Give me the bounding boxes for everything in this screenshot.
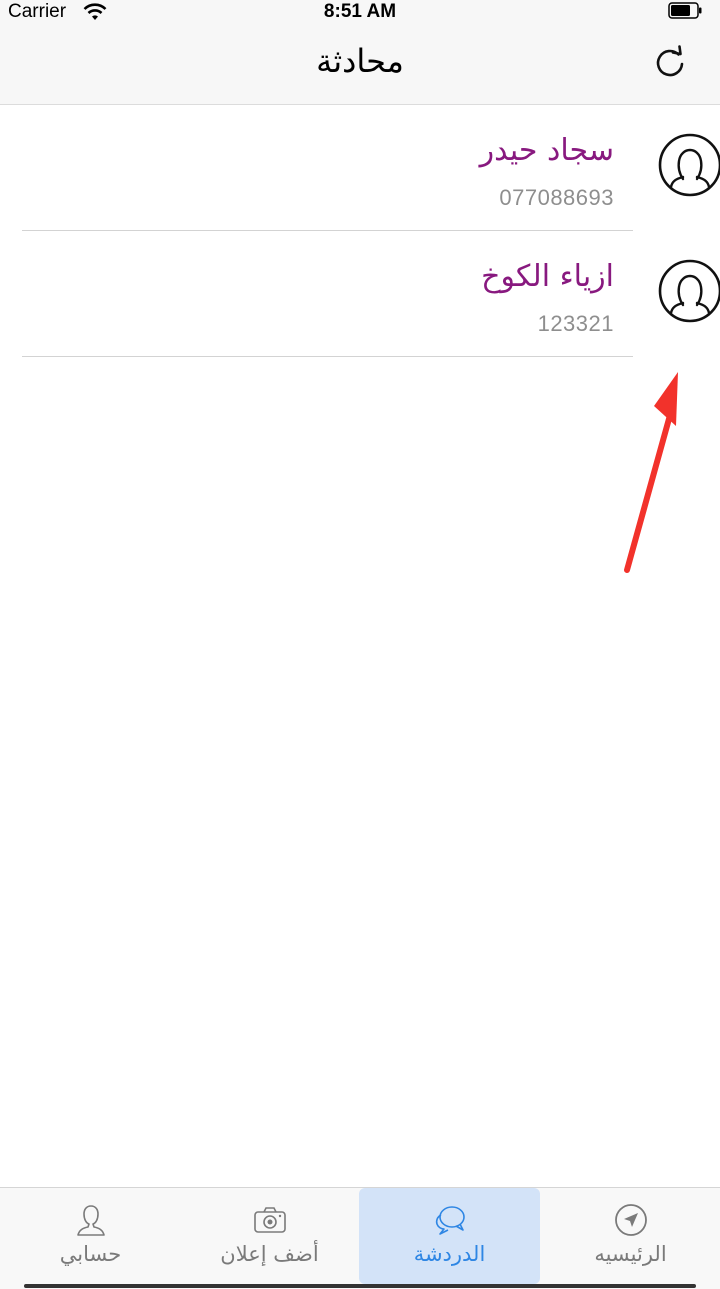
chat-contact-name: ازياء الكوخ [481,259,614,294]
tab-chat[interactable]: الدردشة [359,1188,540,1284]
chat-list-item[interactable]: سجاد حيدر 077088693 [0,105,720,231]
chat-list: سجاد حيدر 077088693 ازياء الكوخ 123321 [0,105,720,357]
tab-account[interactable]: حسابي [0,1188,181,1284]
person-icon [76,1205,105,1236]
battery-icon [668,2,702,19]
chat-bubbles-icon [435,1206,465,1235]
row-divider [22,356,633,357]
home-indicator [24,1284,696,1288]
annotation-arrow-icon [624,372,678,573]
camera-icon [253,1207,286,1233]
chat-contact-number: 077088693 [499,185,614,210]
tab-label: حسابي [59,1242,122,1266]
clock: 8:51 AM [323,1,397,22]
tab-add-ad[interactable]: أضف إعلان [179,1188,360,1284]
user-avatar-icon [658,133,720,197]
chat-list-item[interactable]: ازياء الكوخ 123321 [0,231,720,357]
user-avatar-icon [658,259,720,323]
chat-contact-number: 123321 [537,311,614,336]
status-bar: Carrier 8:51 AM [0,0,720,26]
tab-bar: حسابي أضف إعلان الدردشة الرئيسيه [0,1187,720,1289]
page-title: محادثة [316,42,404,80]
chat-contact-name: سجاد حيدر [479,133,614,168]
tab-label: الرئيسيه [594,1242,667,1266]
tab-label: الدردشة [413,1242,486,1266]
refresh-icon[interactable] [648,40,692,84]
tab-label: أضف إعلان [220,1242,319,1266]
navigation-icon [614,1204,647,1236]
tab-home[interactable]: الرئيسيه [540,1188,720,1284]
navigation-bar: محادثة [0,26,720,105]
